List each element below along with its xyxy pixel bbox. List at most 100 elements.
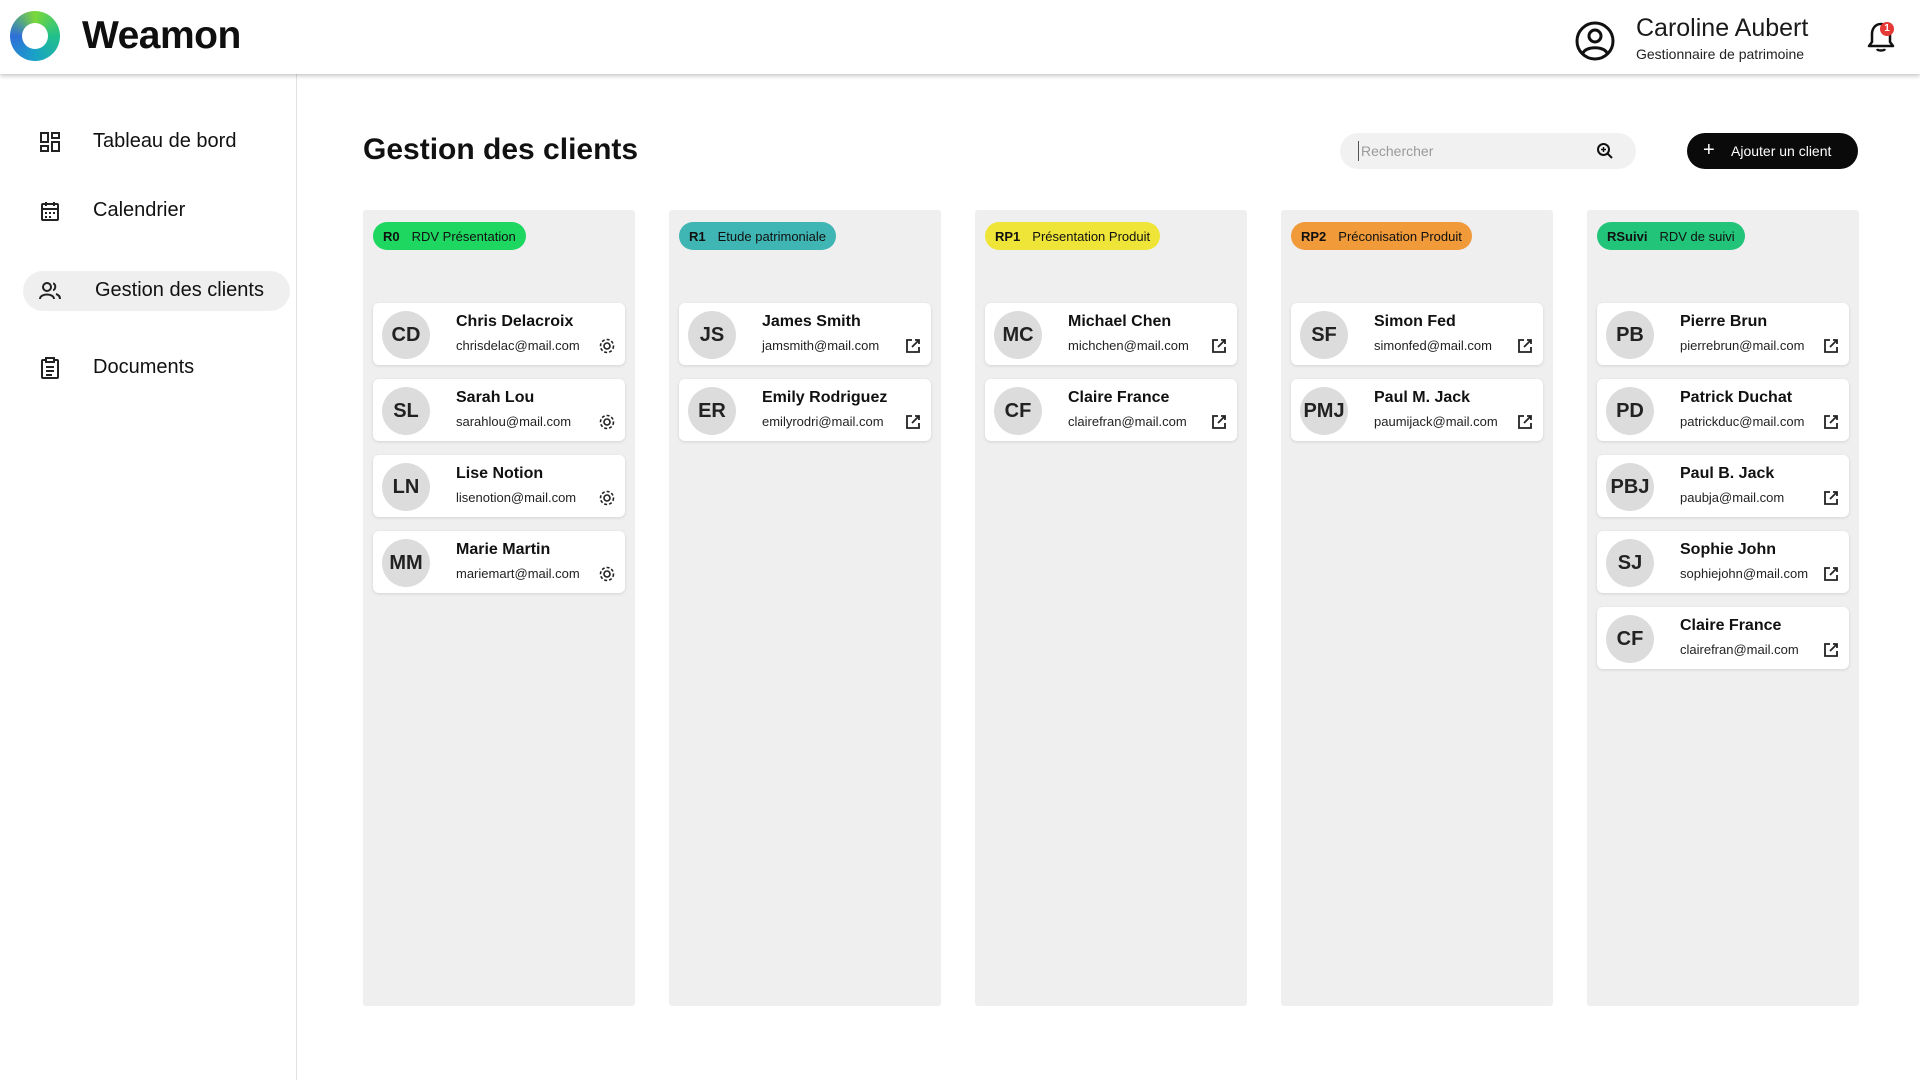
client-name: Simon Fed bbox=[1374, 313, 1456, 330]
client-card[interactable]: SJ Sophie John sophiejohn@mail.com bbox=[1597, 531, 1849, 593]
stage-column: RSuivi RDV de suivi PB Pierre Brun pierrebru… bbox=[1587, 210, 1859, 1006]
dashboard-icon bbox=[40, 132, 60, 152]
client-card[interactable]: MC Michael Chen michchen@mail.com bbox=[985, 303, 1237, 365]
client-card[interactable]: JS James Smith jamsmith@mail.com bbox=[679, 303, 931, 365]
stage-column: R1 Etude patrimoniale JS James Smith jamsmit… bbox=[669, 210, 941, 1006]
client-card[interactable]: SL Sarah Lou sarahlou@mail.com bbox=[373, 379, 625, 441]
avatar: SF bbox=[1300, 311, 1348, 359]
client-name: Pierre Brun bbox=[1680, 313, 1768, 330]
user-profile-icon[interactable] bbox=[1575, 21, 1615, 61]
gear-icon[interactable] bbox=[598, 489, 616, 507]
client-email: paumijack@mail.com bbox=[1374, 414, 1498, 429]
client-card[interactable]: ER Emily Rodriguez emilyrodri@mail.com bbox=[679, 379, 931, 441]
client-name: Claire France bbox=[1680, 617, 1782, 634]
external-link-icon[interactable] bbox=[904, 413, 922, 431]
avatar: PB bbox=[1606, 311, 1654, 359]
sidebar-item-tableau-de-bord[interactable]: Tableau de bord bbox=[23, 122, 290, 162]
stage-tag[interactable]: R0 RDV Présentation bbox=[373, 222, 526, 250]
notification-badge: 1 bbox=[1880, 22, 1894, 36]
gear-icon[interactable] bbox=[598, 337, 616, 355]
avatar: MM bbox=[382, 539, 430, 587]
client-name: Paul B. Jack bbox=[1680, 465, 1775, 482]
external-link-icon[interactable] bbox=[1210, 337, 1228, 355]
external-link-icon[interactable] bbox=[1516, 413, 1534, 431]
client-email: clairefran@mail.com bbox=[1680, 642, 1799, 657]
calendar-icon bbox=[41, 202, 59, 221]
client-card[interactable]: CF Claire France clairefran@mail.com bbox=[985, 379, 1237, 441]
brand-name: Weamon bbox=[82, 14, 241, 57]
client-name: James Smith bbox=[762, 313, 861, 330]
users-icon bbox=[39, 282, 61, 300]
external-link-icon[interactable] bbox=[1516, 337, 1534, 355]
client-email: lisenotion@mail.com bbox=[456, 490, 577, 505]
client-email: emilyrodri@mail.com bbox=[762, 414, 884, 429]
client-card[interactable]: MM Marie Martin mariemart@mail.com bbox=[373, 531, 625, 593]
client-name: Patrick Duchat bbox=[1680, 389, 1793, 406]
stage-tag[interactable]: RP1 Présentation Produit bbox=[985, 222, 1161, 250]
add-client-button[interactable]: + Ajouter un client bbox=[1687, 133, 1858, 169]
avatar: PD bbox=[1606, 387, 1654, 435]
client-email: patrickduc@mail.com bbox=[1680, 414, 1805, 429]
avatar: LN bbox=[382, 463, 430, 511]
stage-label: RDV Présentation bbox=[411, 228, 516, 244]
search-input[interactable] bbox=[1358, 141, 1588, 161]
plus-icon: + bbox=[1703, 139, 1715, 161]
sidebar-item-label: Gestion des clients bbox=[95, 279, 264, 301]
sidebar-item-calendrier[interactable]: Calendrier bbox=[23, 191, 290, 231]
client-card[interactable]: CD Chris Delacroix chrisdelac@mail.com bbox=[373, 303, 625, 365]
client-email: clairefran@mail.com bbox=[1068, 414, 1187, 429]
stage-label: Etude patrimoniale bbox=[717, 228, 827, 244]
sidebar: Tableau de bord Calendrier Gestion des c… bbox=[0, 74, 297, 1080]
avatar: SL bbox=[382, 387, 430, 435]
gear-icon[interactable] bbox=[598, 565, 616, 583]
avatar: PBJ bbox=[1606, 463, 1654, 511]
stage-label: Présentation Produit bbox=[1032, 228, 1151, 244]
sidebar-item-documents[interactable]: Documents bbox=[23, 348, 290, 388]
client-name: Lise Notion bbox=[456, 465, 544, 482]
sidebar-item-label: Calendrier bbox=[93, 199, 186, 221]
stage-tag[interactable]: RSuivi RDV de suivi bbox=[1597, 222, 1745, 250]
client-card[interactable]: PMJ Paul M. Jack paumijack@mail.com bbox=[1291, 379, 1543, 441]
external-link-icon[interactable] bbox=[1822, 565, 1840, 583]
top-bar: Weamon Caroline Aubert Gestionnaire de p… bbox=[0, 0, 1920, 74]
user-name[interactable]: Caroline Aubert bbox=[1636, 14, 1808, 43]
client-card[interactable]: CF Claire France clairefran@mail.com bbox=[1597, 607, 1849, 669]
avatar: CD bbox=[382, 311, 430, 359]
search-icon[interactable] bbox=[1596, 142, 1614, 160]
external-link-icon[interactable] bbox=[1210, 413, 1228, 431]
stage-code: RP1 bbox=[995, 228, 1021, 244]
avatar: ER bbox=[688, 387, 736, 435]
sidebar-item-label: Documents bbox=[93, 356, 195, 378]
client-card[interactable]: LN Lise Notion lisenotion@mail.com bbox=[373, 455, 625, 517]
stage-tag[interactable]: R1 Etude patrimoniale bbox=[679, 222, 837, 250]
gear-icon[interactable] bbox=[598, 413, 616, 431]
search-box bbox=[1340, 133, 1636, 169]
stage-label: RDV de suivi bbox=[1659, 228, 1735, 244]
external-link-icon[interactable] bbox=[1822, 413, 1840, 431]
stage-code: R0 bbox=[383, 228, 400, 244]
stage-tag[interactable]: RP2 Préconisation Produit bbox=[1291, 222, 1472, 250]
client-card[interactable]: PBJ Paul B. Jack paubja@mail.com bbox=[1597, 455, 1849, 517]
document-icon bbox=[41, 357, 59, 379]
client-email: sarahlou@mail.com bbox=[456, 414, 572, 429]
client-name: Sarah Lou bbox=[456, 389, 535, 406]
stage-label: Préconisation Produit bbox=[1338, 228, 1462, 244]
client-name: Marie Martin bbox=[456, 541, 551, 558]
client-email: simonfed@mail.com bbox=[1374, 338, 1492, 353]
external-link-icon[interactable] bbox=[1822, 489, 1840, 507]
external-link-icon[interactable] bbox=[1822, 641, 1840, 659]
external-link-icon[interactable] bbox=[904, 337, 922, 355]
sidebar-item-gestion-des-clients[interactable]: Gestion des clients bbox=[23, 271, 290, 311]
client-card[interactable]: SF Simon Fed simonfed@mail.com bbox=[1291, 303, 1543, 365]
client-card[interactable]: PD Patrick Duchat patrickduc@mail.com bbox=[1597, 379, 1849, 441]
stage-column: RP2 Préconisation Produit SF Simon Fed simon… bbox=[1281, 210, 1553, 1006]
client-card[interactable]: PB Pierre Brun pierrebrun@mail.com bbox=[1597, 303, 1849, 365]
add-client-button-label: Ajouter un client bbox=[1731, 143, 1832, 159]
client-email: jamsmith@mail.com bbox=[762, 338, 880, 353]
external-link-icon[interactable] bbox=[1822, 337, 1840, 355]
client-email: michchen@mail.com bbox=[1068, 338, 1189, 353]
user-role: Gestionnaire de patrimoine bbox=[1636, 46, 1805, 62]
avatar: CF bbox=[1606, 615, 1654, 663]
stage-column: R0 RDV Présentation CD Chris Delacroix chris… bbox=[363, 210, 635, 1006]
client-name: Michael Chen bbox=[1068, 313, 1172, 330]
